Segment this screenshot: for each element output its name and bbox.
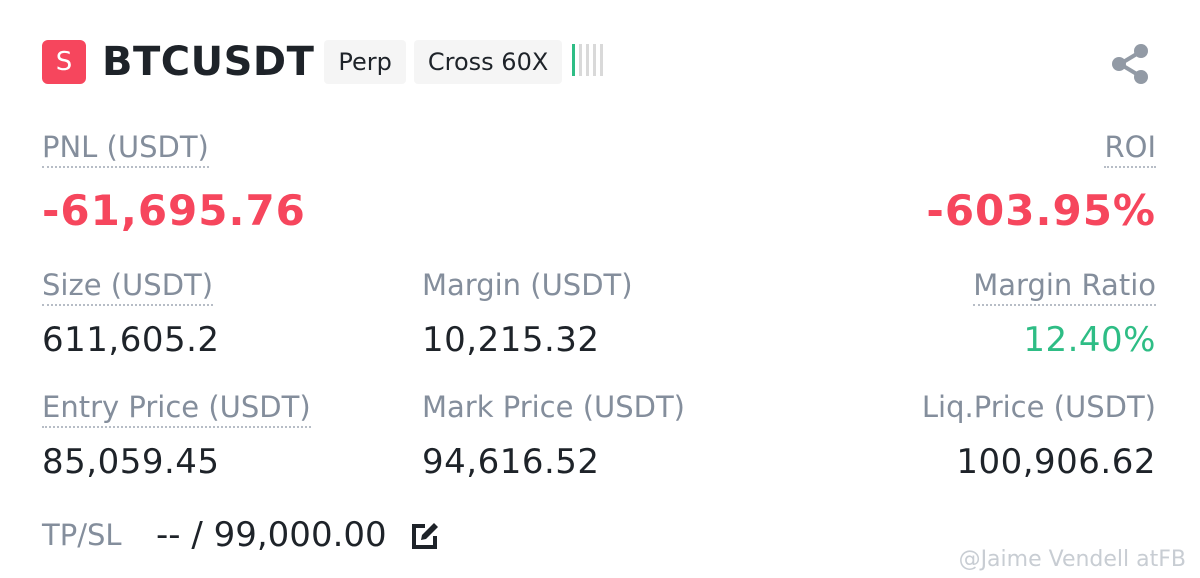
- margin-ratio-value: 12.40%: [1023, 320, 1156, 360]
- tpsl-value: -- / 99,000.00: [156, 515, 387, 555]
- leverage-bar: [593, 44, 597, 80]
- mark-price-label: Mark Price (USDT): [422, 390, 685, 424]
- edit-icon[interactable]: [409, 518, 443, 552]
- liq-price-value: 100,906.62: [956, 442, 1156, 482]
- watermark: @Jaime Vendell atFB: [958, 547, 1186, 572]
- leverage-bar: [600, 44, 604, 80]
- pnl-label[interactable]: PNL (USDT): [42, 130, 209, 168]
- share-icon[interactable]: [1108, 42, 1152, 86]
- margin-value: 10,215.32: [422, 320, 600, 360]
- symbol-title[interactable]: BTCUSDT: [102, 39, 314, 85]
- leverage-bar: [586, 44, 590, 80]
- contract-type-tag: Perp: [324, 40, 406, 84]
- short-side-badge: S: [42, 40, 86, 84]
- liq-price-label: Liq.Price (USDT): [921, 390, 1156, 424]
- roi-label[interactable]: ROI: [1104, 130, 1156, 168]
- margin-ratio-label[interactable]: Margin Ratio: [973, 268, 1156, 306]
- roi-value: -603.95%: [926, 186, 1156, 235]
- tpsl-label: TP/SL: [42, 518, 122, 552]
- position-card: S BTCUSDT Perp Cross 60X PNL (USDT) -61,…: [0, 0, 1200, 578]
- size-value: 611,605.2: [42, 320, 220, 360]
- leverage-bars-icon: [572, 44, 607, 80]
- margin-label: Margin (USDT): [422, 268, 633, 302]
- leverage-bar: [579, 44, 583, 80]
- position-header: S BTCUSDT Perp Cross 60X: [42, 36, 607, 88]
- tpsl-row: -- / 99,000.00: [156, 515, 443, 555]
- entry-price-label[interactable]: Entry Price (USDT): [42, 390, 311, 428]
- size-label[interactable]: Size (USDT): [42, 268, 214, 306]
- entry-price-value: 85,059.45: [42, 442, 220, 482]
- mark-price-value: 94,616.52: [422, 442, 600, 482]
- leverage-bar: [572, 44, 576, 80]
- pnl-value: -61,695.76: [42, 186, 306, 235]
- margin-mode-tag[interactable]: Cross 60X: [413, 40, 563, 84]
